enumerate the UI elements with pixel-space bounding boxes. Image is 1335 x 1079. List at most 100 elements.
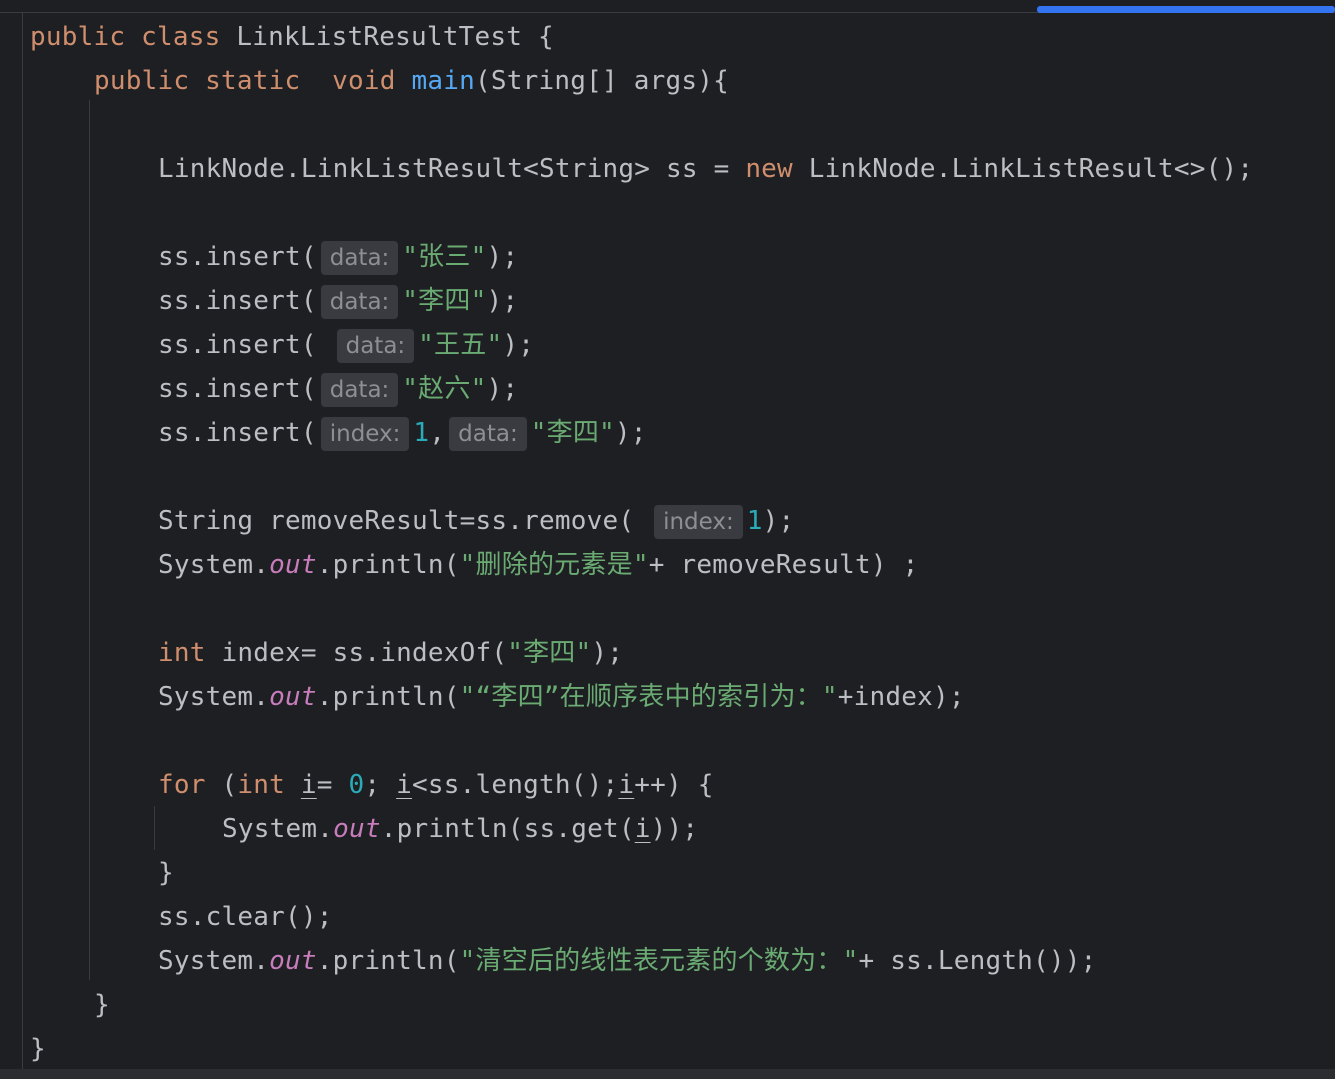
parameter-hint: data: — [320, 284, 399, 319]
loop-variable: i — [396, 770, 412, 800]
code-line[interactable]: } — [30, 1029, 46, 1069]
keyword: int — [158, 638, 206, 668]
code-line[interactable]: ss.clear(); — [158, 897, 333, 937]
code-text: + removeResult) ; — [648, 550, 919, 580]
code-line[interactable]: String removeResult=ss.remove( index: 1); — [158, 501, 794, 541]
string-literal: "王五" — [418, 330, 503, 360]
code-line[interactable]: public class LinkListResultTest { — [30, 17, 554, 57]
code-text: ); — [762, 506, 795, 536]
code-line[interactable]: } — [158, 853, 174, 893]
static-field: out — [333, 814, 381, 844]
code-text: = — [316, 770, 349, 800]
loop-variable: i — [300, 770, 317, 800]
code-line[interactable]: LinkNode.LinkListResult<String> ss = new… — [158, 149, 1253, 189]
code-text: ss.clear(); — [158, 902, 333, 932]
code-text: ss.insert( — [158, 374, 317, 404]
code-text: ss.insert( — [158, 286, 317, 316]
static-field: out — [269, 550, 317, 580]
number-literal: 1 — [413, 418, 430, 448]
loop-variable: i — [634, 814, 651, 844]
keyword: public — [30, 22, 126, 52]
string-literal: "李四" — [507, 638, 592, 668]
code-text: String removeResult=ss.remove( — [158, 506, 635, 536]
code-line[interactable]: ss.insert(index: 1, data: "李四"); — [158, 413, 647, 453]
code-text: System. — [158, 946, 270, 976]
string-literal: "李四" — [530, 418, 615, 448]
string-literal: "张三" — [402, 242, 487, 272]
parameter-hint: data: — [449, 416, 527, 451]
string-literal: "删除的元素是" — [459, 550, 649, 580]
code-text: ss.insert( — [158, 330, 317, 360]
string-literal: "李四" — [402, 286, 487, 316]
progress-bar — [1037, 6, 1335, 13]
code-line[interactable]: System.out.println("“李四”在顺序表中的索引为："+inde… — [158, 677, 965, 717]
code-text: ++) { — [634, 770, 714, 800]
code-line[interactable]: public static void main(String[] args){ — [94, 61, 729, 101]
indent-guide — [154, 806, 155, 850]
static-field: out — [269, 946, 317, 976]
code-text: ( — [205, 770, 238, 800]
code-line[interactable]: System.out.println("删除的元素是"+ removeResul… — [158, 545, 919, 585]
keyword: new — [745, 154, 793, 184]
code-text: .println( — [316, 550, 460, 580]
code-text: .println( — [316, 682, 460, 712]
code-text: + ss.Length()); — [858, 946, 1097, 976]
number-literal: 1 — [746, 506, 763, 536]
code-text: , — [429, 418, 446, 448]
keyword: public — [94, 66, 190, 96]
parameter-hint: data: — [320, 372, 399, 407]
class-name: LinkListResultTest { — [236, 22, 554, 52]
code-line[interactable]: System.out.println(ss.get(i)); — [222, 809, 698, 849]
static-field: out — [269, 682, 317, 712]
code-line[interactable]: for (int i= 0; i<ss.length();i++) { — [158, 765, 714, 805]
code-text: ; — [364, 770, 397, 800]
code-text: System. — [158, 682, 270, 712]
keyword: void — [332, 66, 396, 96]
gutter-separator — [22, 13, 23, 1069]
keyword: int — [237, 770, 285, 800]
code-editor[interactable]: public class LinkListResultTest { public… — [0, 0, 1335, 1079]
code-line[interactable]: } — [94, 985, 110, 1025]
string-literal: "“李四”在顺序表中的索引为：" — [459, 682, 838, 712]
code-line[interactable]: ss.insert( data: "王五"); — [158, 325, 534, 365]
code-text: ); — [486, 286, 519, 316]
number-literal: 0 — [348, 770, 365, 800]
code-text: System. — [222, 814, 334, 844]
code-line[interactable]: ss.insert(data: "李四"); — [158, 281, 518, 321]
code-text: LinkNode.LinkListResult<>(); — [792, 154, 1254, 184]
parameter-hint: index: — [320, 416, 410, 451]
code-text: ); — [502, 330, 535, 360]
keyword: for — [158, 770, 206, 800]
code-text: ); — [486, 242, 519, 272]
loop-variable: i — [618, 770, 635, 800]
closing-brace: } — [158, 858, 174, 888]
code-text: .println( — [316, 946, 460, 976]
code-line[interactable]: System.out.println("清空后的线性表元素的个数为："+ ss.… — [158, 941, 1097, 981]
indent-guide — [89, 100, 90, 980]
code-text: ); — [591, 638, 624, 668]
code-text: )); — [650, 814, 699, 844]
closing-brace: } — [94, 990, 110, 1020]
parameter-hint: data: — [336, 328, 415, 363]
code-text: index= ss.indexOf( — [205, 638, 508, 668]
keyword: static — [205, 66, 301, 96]
code-text: <ss.length(); — [412, 770, 619, 800]
string-literal: "清空后的线性表元素的个数为：" — [459, 946, 859, 976]
code-text: ss.insert( — [158, 418, 317, 448]
code-text: +index); — [837, 682, 965, 712]
code-text: ss.insert( — [158, 242, 317, 272]
code-text: .println(ss.get( — [380, 814, 635, 844]
code-text: ); — [486, 374, 519, 404]
code-line[interactable]: ss.insert(data: "张三"); — [158, 237, 518, 277]
keyword: class — [141, 22, 221, 52]
string-literal: "赵六" — [402, 374, 487, 404]
closing-brace: } — [30, 1034, 46, 1064]
code-text: ); — [614, 418, 647, 448]
horizontal-scrollbar-track[interactable] — [0, 1069, 1335, 1079]
parameter-hint: index: — [654, 504, 743, 539]
parameter-hint: data: — [320, 240, 399, 275]
code-line[interactable]: ss.insert(data: "赵六"); — [158, 369, 518, 409]
method-name: main — [411, 66, 475, 96]
code-text: System. — [158, 550, 270, 580]
code-line[interactable]: int index= ss.indexOf("李四"); — [158, 633, 623, 673]
